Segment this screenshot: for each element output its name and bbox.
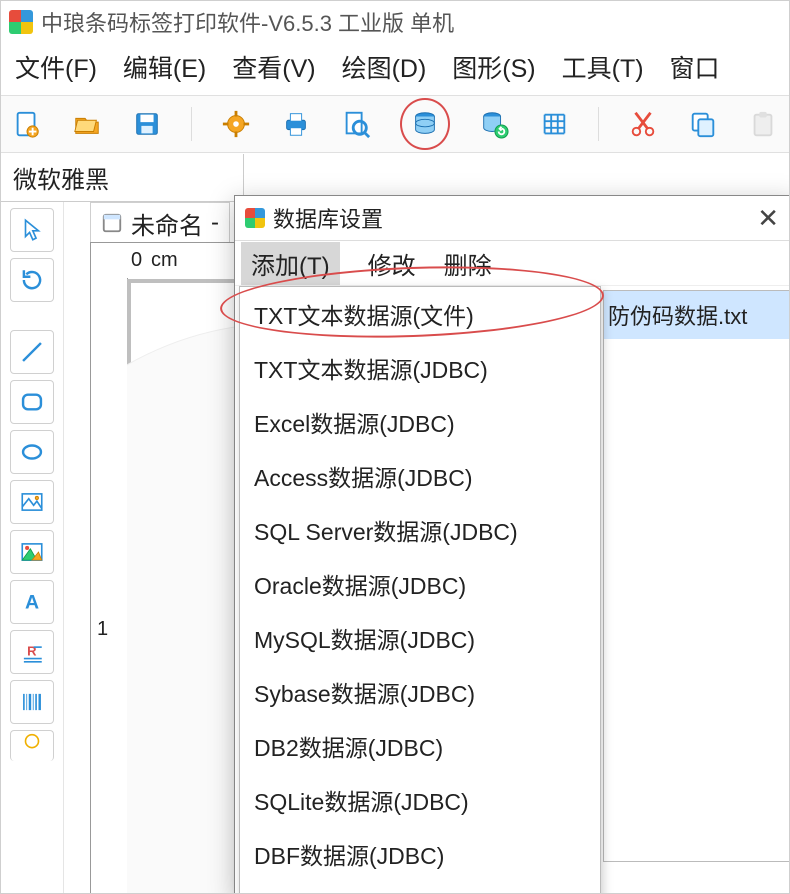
menu-view[interactable]: 查看(V) xyxy=(232,49,315,85)
tool-text-icon[interactable]: A xyxy=(10,580,54,624)
ruler-unit: cm xyxy=(151,249,178,272)
dialog-title-text: 数据库设置 xyxy=(273,202,383,234)
menu-file[interactable]: 文件(F) xyxy=(15,49,97,85)
tool-image-icon[interactable] xyxy=(10,480,54,524)
grid-icon[interactable] xyxy=(538,107,570,141)
menu-bar: 文件(F) 编辑(E) 查看(V) 绘图(D) 图形(S) 工具(T) 窗口 xyxy=(1,43,789,96)
toolbar-sep-2 xyxy=(598,107,599,141)
menu-shape[interactable]: 图形(S) xyxy=(452,49,535,85)
font-name: 微软雅黑 xyxy=(13,160,109,195)
ruler-one: 1 xyxy=(97,618,108,641)
cut-icon[interactable] xyxy=(627,107,659,141)
dialog-file-list: 防伪码数据.txt xyxy=(603,290,790,862)
tool-barcode-icon[interactable] xyxy=(10,680,54,724)
dropdown-item-mysql[interactable]: MySQL数据源(JDBC) xyxy=(240,611,600,665)
ruler-zero: 0 xyxy=(131,249,142,272)
tool-line-icon[interactable] xyxy=(10,330,54,374)
dropdown-item-sybase[interactable]: Sybase数据源(JDBC) xyxy=(240,665,600,719)
svg-text:A: A xyxy=(25,592,39,614)
toolbar xyxy=(1,96,789,153)
database-refresh-icon[interactable] xyxy=(478,107,510,141)
font-select[interactable]: 微软雅黑 xyxy=(1,154,244,200)
document-tab-dash: - xyxy=(211,209,219,237)
datasource-dropdown: TXT文本数据源(文件) TXT文本数据源(JDBC) Excel数据源(JDB… xyxy=(239,286,601,894)
dialog-logo-icon xyxy=(245,208,265,228)
dropdown-item-sqlserver[interactable]: SQL Server数据源(JDBC) xyxy=(240,503,600,557)
open-icon[interactable] xyxy=(71,107,103,141)
tool-pointer-icon[interactable] xyxy=(10,208,54,252)
dialog-menu-delete[interactable]: 删除 xyxy=(444,246,492,281)
settings-icon[interactable] xyxy=(220,107,252,141)
dropdown-item-excel[interactable]: Excel数据源(JDBC) xyxy=(240,395,600,449)
dropdown-item-dbf[interactable]: DBF数据源(JDBC) xyxy=(240,827,600,881)
document-tab-label: 未命名 xyxy=(131,206,203,241)
menu-edit[interactable]: 编辑(E) xyxy=(123,49,206,85)
new-doc-icon[interactable] xyxy=(11,107,43,141)
database-dialog: 数据库设置 ✕ 添加(T) 修改 删除 防伪码数据.txt TXT文本数据源(文… xyxy=(234,195,790,894)
dropdown-item-odbc[interactable]: ODBC数据源(ODBC) xyxy=(240,881,600,894)
tool-more-icon[interactable] xyxy=(10,730,54,761)
menu-draw[interactable]: 绘图(D) xyxy=(342,49,427,85)
paste-icon[interactable] xyxy=(747,107,779,141)
side-toolbar: A R xyxy=(1,202,64,894)
dropdown-item-sqlite[interactable]: SQLite数据源(JDBC) xyxy=(240,773,600,827)
save-icon[interactable] xyxy=(131,107,163,141)
dropdown-item-db2[interactable]: DB2数据源(JDBC) xyxy=(240,719,600,773)
tool-picture-icon[interactable] xyxy=(10,530,54,574)
print-icon[interactable] xyxy=(280,107,312,141)
toolbar-sep-1 xyxy=(191,107,192,141)
svg-text:R: R xyxy=(27,643,37,658)
tool-ellipse-icon[interactable] xyxy=(10,430,54,474)
tool-richtext-icon[interactable]: R xyxy=(10,630,54,674)
dialog-titlebar: 数据库设置 ✕ xyxy=(235,196,790,241)
dialog-menu: 添加(T) 修改 删除 xyxy=(235,241,790,286)
menu-window[interactable]: 窗口 xyxy=(670,49,720,85)
tool-roundrect-icon[interactable] xyxy=(10,380,54,424)
dropdown-item-access[interactable]: Access数据源(JDBC) xyxy=(240,449,600,503)
database-icon[interactable] xyxy=(400,98,449,150)
app-logo-icon xyxy=(9,10,33,34)
dropdown-item-txt-file[interactable]: TXT文本数据源(文件) xyxy=(240,287,600,341)
dropdown-item-oracle[interactable]: Oracle数据源(JDBC) xyxy=(240,557,600,611)
app-title: 中琅条码标签打印软件-V6.5.3 工业版 单机 xyxy=(41,6,454,38)
title-bar: 中琅条码标签打印软件-V6.5.3 工业版 单机 xyxy=(1,1,789,43)
dialog-close-button[interactable]: ✕ xyxy=(751,203,785,234)
document-tab[interactable]: 未命名 - xyxy=(90,202,230,243)
app-window: 中琅条码标签打印软件-V6.5.3 工业版 单机 文件(F) 编辑(E) 查看(… xyxy=(0,0,790,894)
document-icon xyxy=(101,212,123,234)
preview-icon[interactable] xyxy=(340,107,372,141)
ruler-vertical: 1 xyxy=(90,278,128,894)
dialog-file-item[interactable]: 防伪码数据.txt xyxy=(604,291,790,339)
dialog-menu-modify[interactable]: 修改 xyxy=(368,246,416,281)
copy-icon[interactable] xyxy=(687,107,719,141)
dialog-menu-add[interactable]: 添加(T) xyxy=(241,242,340,285)
tool-rotate-icon[interactable] xyxy=(10,258,54,302)
menu-tool[interactable]: 工具(T) xyxy=(562,49,644,85)
dropdown-item-txt-jdbc[interactable]: TXT文本数据源(JDBC) xyxy=(240,341,600,395)
